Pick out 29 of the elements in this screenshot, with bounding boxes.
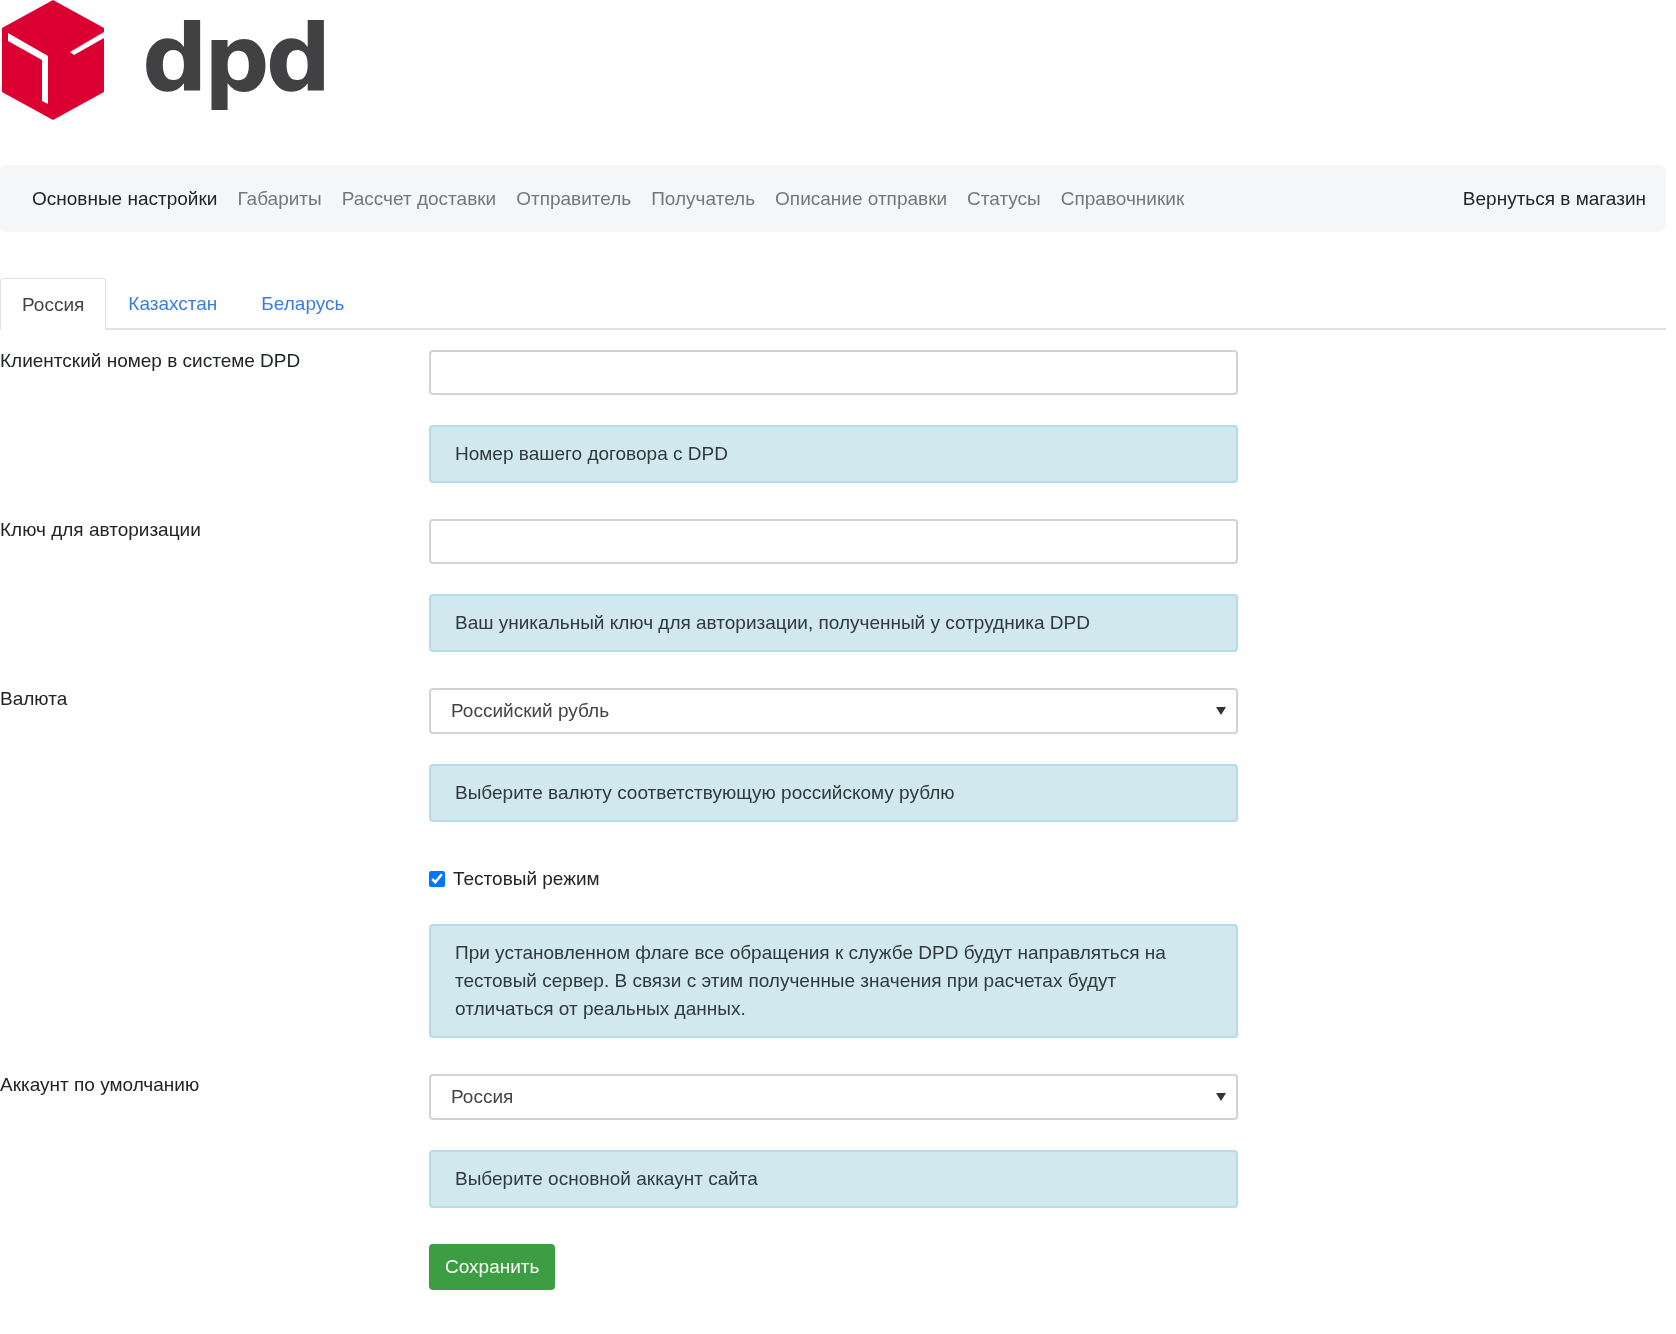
- checkbox-label: Тестовый режим: [453, 868, 600, 890]
- nav-link[interactable]: Габариты: [227, 187, 332, 210]
- tab[interactable]: Россия: [0, 278, 107, 330]
- field-label: Валюта: [0, 687, 68, 709]
- save-button[interactable]: Сохранить: [429, 1244, 556, 1290]
- nav-link[interactable]: Получатель: [641, 187, 766, 210]
- nav-link[interactable]: Статусы: [957, 187, 1051, 210]
- help-text: Выберите основной аккаунт сайта: [429, 1150, 1238, 1208]
- nav-link[interactable]: Отправитель: [506, 187, 642, 210]
- field-label: Клиентский номер в системе DPD: [0, 349, 301, 371]
- nav-link[interactable]: Вернуться в магазин: [1462, 187, 1646, 210]
- input-field[interactable]: [429, 350, 1238, 395]
- input-field[interactable]: [429, 519, 1238, 564]
- dropdown-caret-icon: [1216, 707, 1226, 715]
- help-text: Выберите валюту соответствующую российскому рублю: [429, 764, 1238, 822]
- box-logo-icon: [0, 0, 106, 120]
- help-text: Ваш уникальный ключ для авторизации, полученный у сотрудника DPD: [429, 594, 1238, 652]
- select-field[interactable]: Российский рубль: [429, 688, 1238, 734]
- field-label: Аккаунт по умолчанию: [0, 1073, 200, 1095]
- field-label: Ключ для авторизации: [0, 518, 201, 540]
- nav-link[interactable]: Рассчет доставки: [331, 187, 507, 210]
- select-field[interactable]: Россия: [429, 1074, 1238, 1120]
- help-text: Номер вашего договора с DPD: [429, 425, 1238, 483]
- help-text: При установленном флаге все обращения к службе DPD будут направляться на тестовый сервер. В связи с этим полученные значения при расчетах будут отличаться от реальных данных.: [429, 924, 1238, 1038]
- checkbox[interactable]: [429, 871, 445, 887]
- dropdown-caret-icon: [1216, 1093, 1226, 1101]
- nav-link[interactable]: Описание отправки: [765, 187, 958, 210]
- nav-link[interactable]: Справочникик: [1050, 187, 1195, 210]
- nav-link[interactable]: Основные настройки: [22, 187, 228, 210]
